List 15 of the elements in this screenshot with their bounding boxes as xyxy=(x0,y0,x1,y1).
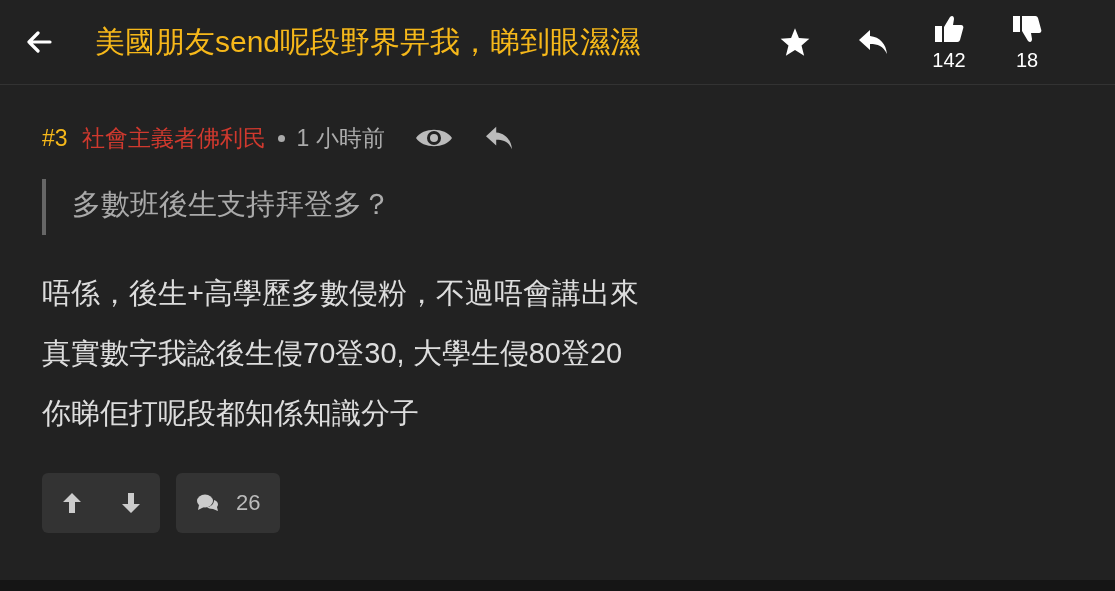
back-button[interactable] xyxy=(26,31,52,53)
post-number: #3 xyxy=(42,124,68,152)
dislike-button[interactable]: 18 xyxy=(1005,12,1049,72)
comments-button[interactable]: 26 xyxy=(176,473,281,533)
like-button[interactable]: 142 xyxy=(927,12,971,72)
post-text-line: 唔係，後生+高學歷多數侵粉，不過唔會講出來 xyxy=(42,276,640,311)
post-text-line: 真實數字我諗後生侵70登30, 大學生侵80登20 xyxy=(42,336,624,371)
post-text-line: 你睇佢打呢段都知係知識分子 xyxy=(42,396,420,431)
down-arrow-icon xyxy=(120,492,141,514)
speech-bubbles-icon xyxy=(196,493,220,513)
quote-text: 多數班後生支持拜登多？ xyxy=(72,188,391,220)
post-time: 1 小時前 xyxy=(296,123,385,153)
up-arrow-icon xyxy=(61,492,82,514)
thread-title: 美國朋友send呢段野界畀我，睇到眼濕濕 xyxy=(95,23,642,60)
separator-dot xyxy=(277,134,285,142)
